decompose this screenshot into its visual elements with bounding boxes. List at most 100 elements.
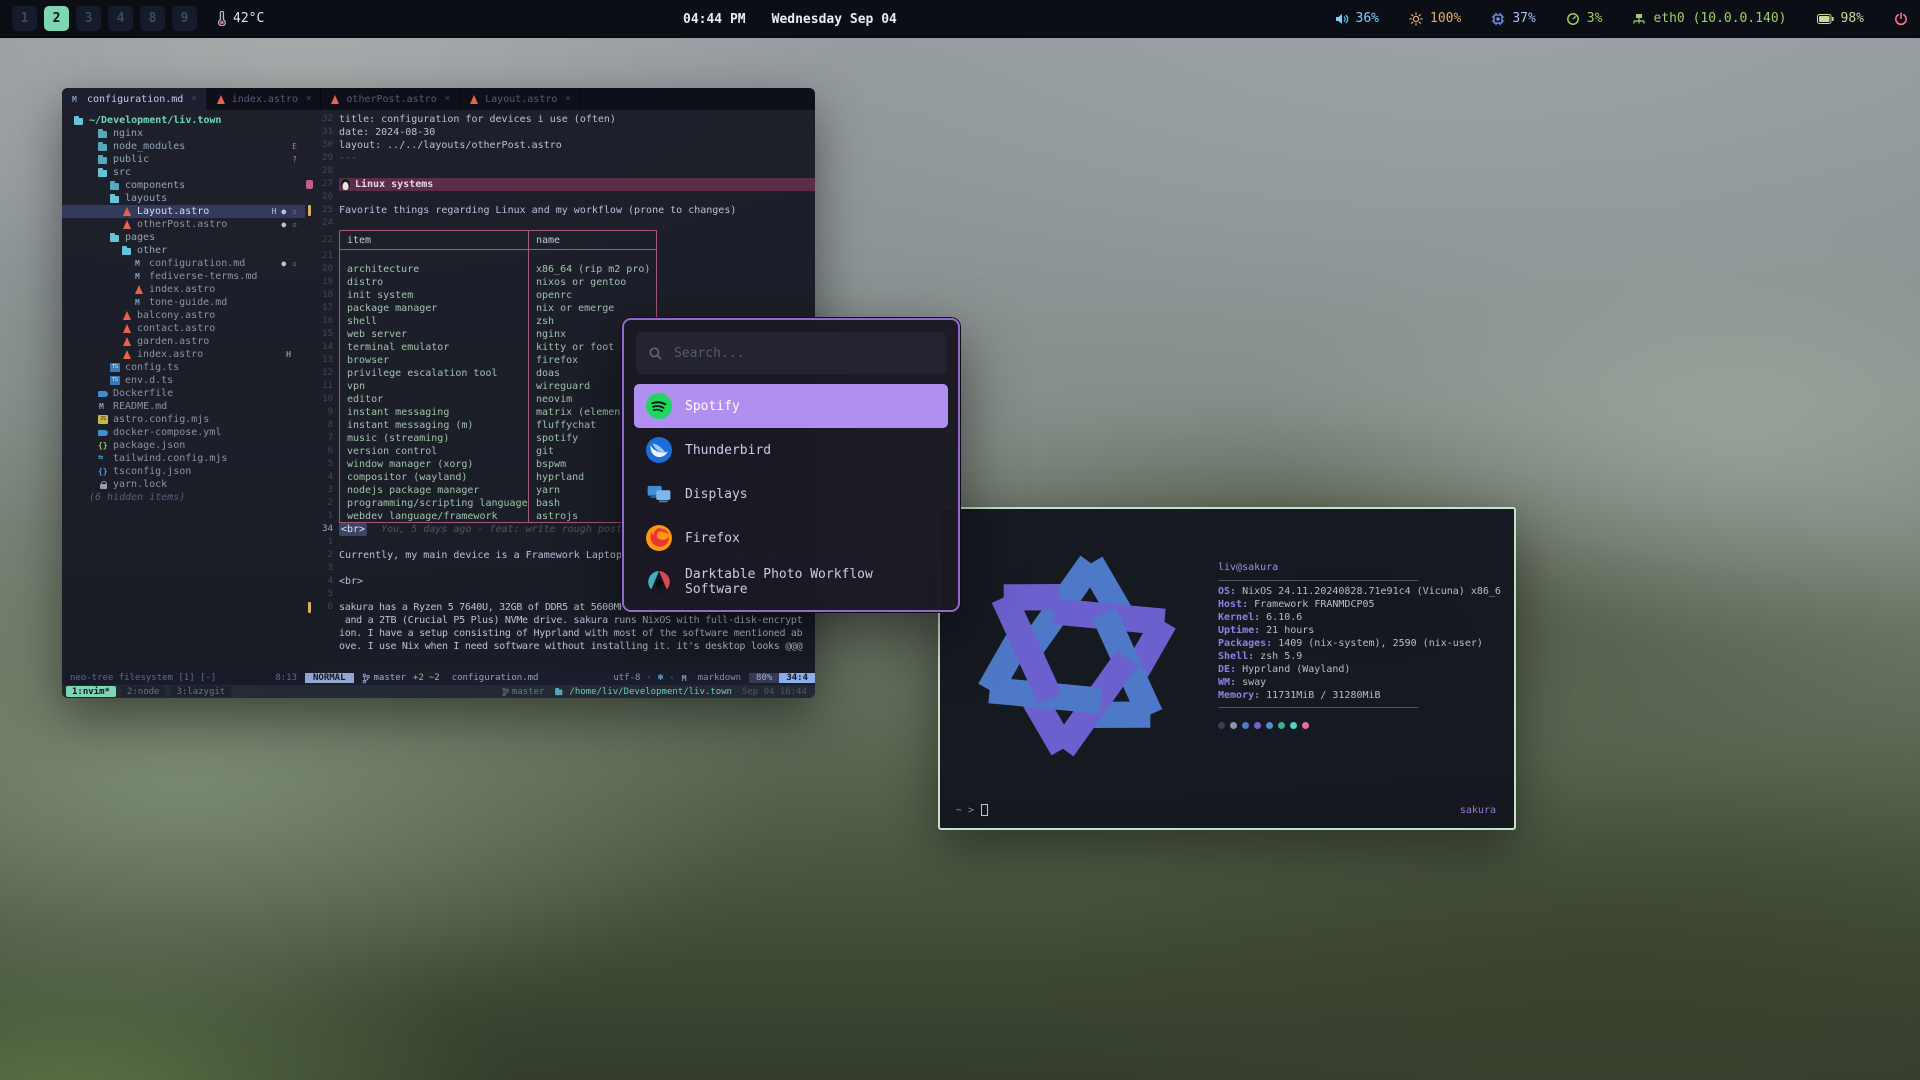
tree-item[interactable]: layouts	[62, 192, 305, 205]
table-cell-name: x86_64 (rip m2 pro)	[528, 263, 656, 276]
md-table-row: 20 architecturex86_64 (rip m2 pro)	[305, 263, 815, 276]
tab-index-astro[interactable]: index.astro ×	[207, 88, 322, 110]
info-row: Host: Framework FRANMDCP05	[1218, 598, 1501, 611]
line-number: 13	[315, 354, 339, 367]
workspace-button[interactable]: 2	[44, 6, 69, 31]
workspace-button[interactable]: 1	[12, 6, 37, 31]
tree-item[interactable]: configuration.md ● ▫	[62, 257, 305, 270]
network-module[interactable]: eth0 (10.0.0.140)	[1632, 11, 1786, 26]
tree-item[interactable]: Layout.astro H ● ▫	[62, 205, 305, 218]
tmux-window-button[interactable]: 3:lazygit	[170, 686, 231, 697]
workspace-button[interactable]: 4	[108, 6, 133, 31]
tree-item[interactable]: README.md	[62, 400, 305, 413]
tab-configuration-md[interactable]: configuration.md ×	[62, 88, 207, 110]
nvim-statusline: neo-tree filesystem [1] [-] 8:13 NORMAL …	[62, 671, 815, 685]
tmux-statusbar: 1:nvim* 2:node 3:lazygit master /home/li…	[62, 685, 815, 698]
tree-item[interactable]: env.d.ts	[62, 374, 305, 387]
file-icon	[98, 440, 109, 451]
workspace-button[interactable]: 3	[76, 6, 101, 31]
editor-line: ion. I have a setup consisting of Hyprla…	[305, 627, 815, 640]
power-module[interactable]	[1894, 12, 1908, 26]
gutter-sign	[305, 126, 315, 139]
tmux-window-button[interactable]: 1:nvim*	[66, 686, 116, 697]
line-number: 5	[315, 458, 339, 471]
volume-module[interactable]: 36%	[1335, 11, 1379, 26]
close-icon[interactable]: ×	[445, 94, 450, 104]
launcher-item-firefox[interactable]: Firefox	[634, 516, 948, 560]
line-number: 8	[315, 419, 339, 432]
tree-item[interactable]: docker-compose.yml	[62, 426, 305, 439]
info-label: Shell:	[1218, 650, 1254, 663]
launcher-item-displays[interactable]: Displays	[634, 472, 948, 516]
tree-item[interactable]: other	[62, 244, 305, 257]
launcher-item-spotify[interactable]: Spotify	[634, 384, 948, 428]
palette-dot	[1290, 722, 1297, 729]
close-icon[interactable]: ×	[565, 94, 570, 104]
tmux-window-button[interactable]: 2:node	[121, 686, 166, 697]
table-cell-item: package manager	[340, 302, 528, 315]
file-icon	[122, 349, 133, 360]
table-cell-item: browser	[340, 354, 528, 367]
file-icon	[110, 362, 121, 373]
workspace-button[interactable]: 8	[140, 6, 165, 31]
launcher-item-thunderbird[interactable]: Thunderbird	[634, 428, 948, 472]
file-icon	[110, 193, 121, 204]
tree-item[interactable]: contact.astro	[62, 322, 305, 335]
close-icon[interactable]: ×	[306, 94, 311, 104]
terminal-window-fastfetch[interactable]: liv@sakura OS: NixOS 24.11.20240828.71e9…	[938, 507, 1516, 830]
divider	[1218, 580, 1418, 581]
status-bar: 1 2 3 4 8 9 42°C 04:44 PM Wednesday Sep …	[0, 0, 1920, 38]
tree-item[interactable]: ~/Development/liv.town	[62, 114, 305, 127]
tree-item[interactable]: astro.config.mjs	[62, 413, 305, 426]
tree-item[interactable]: src	[62, 166, 305, 179]
shell-prompt[interactable]: ~ >	[956, 804, 988, 816]
tree-item[interactable]: index.astro H	[62, 348, 305, 361]
tab-layout-astro[interactable]: Layout.astro ×	[460, 88, 581, 110]
tree-item[interactable]: tailwind.config.mjs	[62, 452, 305, 465]
file-encoding: utf-8	[613, 673, 640, 683]
tab-otherpost-astro[interactable]: otherPost.astro ×	[321, 88, 460, 110]
tree-item[interactable]: yarn.lock	[62, 478, 305, 491]
file-icon	[134, 284, 145, 295]
tree-statusline: neo-tree filesystem [1] [-] 8:13	[62, 671, 305, 685]
file-icon	[134, 271, 145, 282]
tree-item[interactable]: components	[62, 179, 305, 192]
tree-item[interactable]: public ?	[62, 153, 305, 166]
tree-item[interactable]: balcony.astro	[62, 309, 305, 322]
close-icon[interactable]: ×	[191, 94, 196, 104]
search-input[interactable]	[672, 345, 934, 362]
tree-item[interactable]: (6 hidden items)	[62, 491, 305, 504]
tree-item[interactable]: garden.astro	[62, 335, 305, 348]
tmux-cwd: /home/liv/Development/liv.town	[554, 686, 732, 697]
gutter-sign	[305, 152, 315, 165]
launcher-item-darktable[interactable]: Darktable Photo Workflow Software	[634, 560, 948, 604]
workspace-button[interactable]: 9	[172, 6, 197, 31]
tree-item[interactable]: config.ts	[62, 361, 305, 374]
launcher-search[interactable]	[636, 332, 946, 374]
astro-icon	[216, 94, 227, 105]
tree-item[interactable]: index.astro	[62, 283, 305, 296]
info-row: Shell: zsh 5.9	[1218, 650, 1501, 663]
tree-item[interactable]: pages	[62, 231, 305, 244]
table-cell-item: compositor (wayland)	[340, 471, 528, 484]
table-cell-item: privilege escalation tool	[340, 367, 528, 380]
spotify-icon	[646, 393, 672, 419]
editor-line: and a 2TB (Crucial P5 Plus) NVMe drive. …	[305, 614, 815, 627]
editor-line: 27 Linux systems	[305, 178, 815, 191]
tree-item[interactable]: nginx	[62, 127, 305, 140]
nvim-tabline: configuration.md × index.astro × otherPo…	[62, 88, 815, 110]
editor-line: 30 layout: ../../layouts/otherPost.astro	[305, 139, 815, 152]
gutter-sign	[305, 191, 315, 204]
line-number: 7	[315, 432, 339, 445]
brightness-module[interactable]: 100%	[1409, 11, 1461, 26]
tree-item[interactable]: node_modules E	[62, 140, 305, 153]
tree-item[interactable]: tsconfig.json	[62, 465, 305, 478]
tree-item[interactable]: fediverse-terms.md	[62, 270, 305, 283]
tree-item[interactable]: otherPost.astro ● ▫	[62, 218, 305, 231]
launcher-results: Spotify Thunderbird Displays Firefox Dar…	[624, 384, 958, 604]
tree-item[interactable]: Dockerfile	[62, 387, 305, 400]
tree-item[interactable]: tone-guide.md	[62, 296, 305, 309]
file-icon	[98, 479, 109, 490]
line-number: 10	[315, 393, 339, 406]
tree-item[interactable]: package.json	[62, 439, 305, 452]
